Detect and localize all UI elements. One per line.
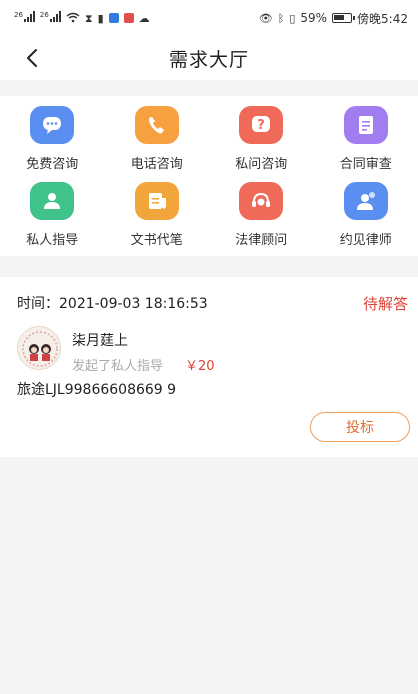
nav-header: 需求大厅 [0,36,418,80]
category-personal-guidance[interactable]: 私人指导 [0,180,105,256]
status-bar: 26 26 ⧗ ▮ ☁ 👁 ᛒ ▯ 59% 傍晚5:42 [0,0,418,36]
writing-icon [134,182,179,220]
request-price: ￥20 [185,359,215,374]
signal-icon: 26 [40,11,61,25]
status-badge: 待解答 [362,295,408,313]
chevron-left-icon [27,49,37,67]
request-description: 发起了私人指导 [72,359,164,374]
category-label: 约见律师 [339,233,392,248]
category-legal-advisor[interactable]: 法律顾问 [209,180,314,256]
battery-icon [332,13,356,23]
battery-percent: 59% [300,11,328,25]
category-private-consult[interactable]: ? 私问咨询 [209,104,314,180]
category-label: 私人指导 [26,233,79,248]
category-label: 文书代笔 [130,233,183,248]
chat-bubble-icon [30,106,75,144]
request-time: 时间：2021-09-03 18:16:53 [17,296,208,312]
eye-icon: 👁 [258,11,273,25]
request-card[interactable]: 时间：2021-09-03 18:16:53 待解答 柒月莛上 发起了私人指导 … [0,277,418,457]
cloud-icon: ☁ [138,11,150,25]
lawyer-icon [343,182,388,220]
app-notification-icon [108,13,119,23]
category-label: 私问咨询 [235,157,288,172]
bid-button[interactable]: 投标 [310,412,410,442]
category-contract-review[interactable]: 合同审查 [314,104,418,180]
signal-icon: 26 [14,11,35,25]
lock-icon: ▮ [97,11,104,25]
category-phone-consult[interactable]: 电话咨询 [105,104,210,180]
phone-icon [134,106,179,144]
service-category-grid: 免费咨询 电话咨询 ? 私问咨询 合同审查 私人指导 文书代笔 法律顾问 约见律… [0,96,418,256]
page-title: 需求大厅 [168,48,249,71]
category-label: 法律顾问 [235,233,288,248]
question-icon: ? [239,106,284,144]
category-label: 免费咨询 [26,157,79,172]
hourglass-icon: ⧗ [84,11,93,25]
bluetooth-icon: ᛒ [277,11,285,25]
avatar[interactable] [17,326,61,370]
vibrate-icon: ▯ [289,11,296,25]
wifi-icon [66,12,80,25]
status-right: 👁 ᛒ ▯ 59% 傍晚5:42 [259,10,408,27]
request-content: 旅途LJL99866608669 9 [17,382,177,398]
back-button[interactable] [18,44,46,72]
status-time: 傍晚5:42 [357,11,408,26]
status-left: 26 26 ⧗ ▮ ☁ [14,11,150,25]
category-free-consult[interactable]: 免费咨询 [0,104,105,180]
category-label: 合同审查 [339,157,392,172]
person-icon [30,182,75,220]
svg-text:?: ? [257,118,265,133]
category-meet-lawyer[interactable]: 约见律师 [314,180,418,256]
category-document-writing[interactable]: 文书代笔 [105,180,210,256]
document-icon [343,106,388,144]
headset-icon [239,182,284,220]
category-label: 电话咨询 [130,157,183,172]
mail-notification-icon [123,13,134,23]
user-name: 柒月莛上 [72,333,128,349]
